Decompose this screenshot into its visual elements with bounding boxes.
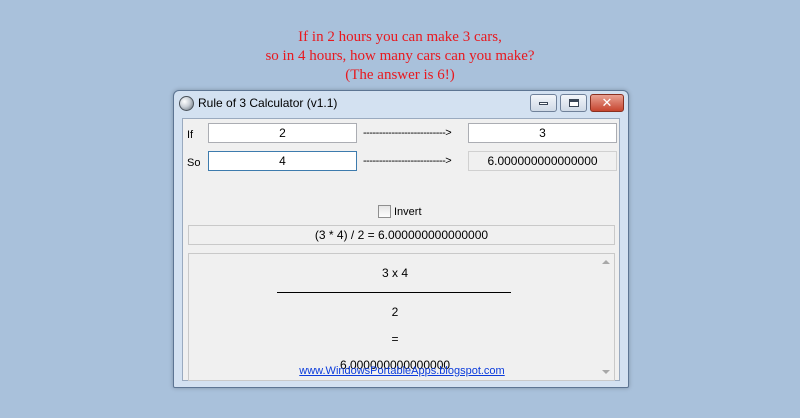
- close-button[interactable]: ✕: [590, 94, 624, 112]
- so-result-field: 6.000000000000000: [468, 151, 617, 171]
- if-label: If: [187, 129, 194, 141]
- window-title: Rule of 3 Calculator (v1.1): [198, 96, 338, 110]
- if-arrow: -------------------------->: [363, 127, 452, 139]
- if-result-input[interactable]: 3: [468, 123, 617, 143]
- app-icon[interactable]: [179, 96, 194, 111]
- caption-line-2: so in 4 hours, how many cars can you mak…: [265, 48, 535, 64]
- calculator-window: Rule of 3 Calculator (v1.1) ✕ If 2 -----…: [173, 90, 629, 388]
- minimize-button[interactable]: [530, 94, 557, 112]
- instruction-caption: If in 2 hours you can make 3 cars, so in…: [0, 28, 800, 85]
- if-value-input[interactable]: 2: [208, 123, 357, 143]
- maximize-button[interactable]: [560, 94, 587, 112]
- close-icon: ✕: [601, 95, 613, 110]
- invert-label: Invert: [394, 205, 422, 218]
- title-bar[interactable]: Rule of 3 Calculator (v1.1) ✕: [174, 91, 628, 117]
- so-label: So: [187, 157, 201, 169]
- invert-checkbox[interactable]: [378, 205, 391, 218]
- formula-display[interactable]: 3 x 4 2 = 6.000000000000000: [188, 253, 615, 381]
- fraction-line: [277, 292, 511, 293]
- caption-line-3: (The answer is 6!): [345, 67, 455, 83]
- formula-denominator: 2: [391, 305, 399, 319]
- formula-equals: =: [391, 332, 399, 346]
- minimize-icon: [539, 101, 548, 105]
- so-value-input[interactable]: 4: [208, 151, 357, 171]
- maximize-icon: [568, 99, 579, 107]
- scroll-up-icon[interactable]: [602, 260, 610, 264]
- so-arrow: -------------------------->: [363, 155, 452, 167]
- caption-line-1: If in 2 hours you can make 3 cars,: [298, 29, 502, 45]
- website-link[interactable]: www.WindowsPortableApps.blogspot.com: [183, 365, 621, 377]
- formula-numerator: 3 x 4: [381, 266, 408, 280]
- formula-scrollbar[interactable]: [599, 254, 614, 380]
- invert-option[interactable]: Invert: [378, 205, 422, 218]
- client-area: If 2 --------------------------> 3 So 4 …: [182, 118, 620, 381]
- result-expression: (3 * 4) / 2 = 6.000000000000000: [188, 225, 615, 245]
